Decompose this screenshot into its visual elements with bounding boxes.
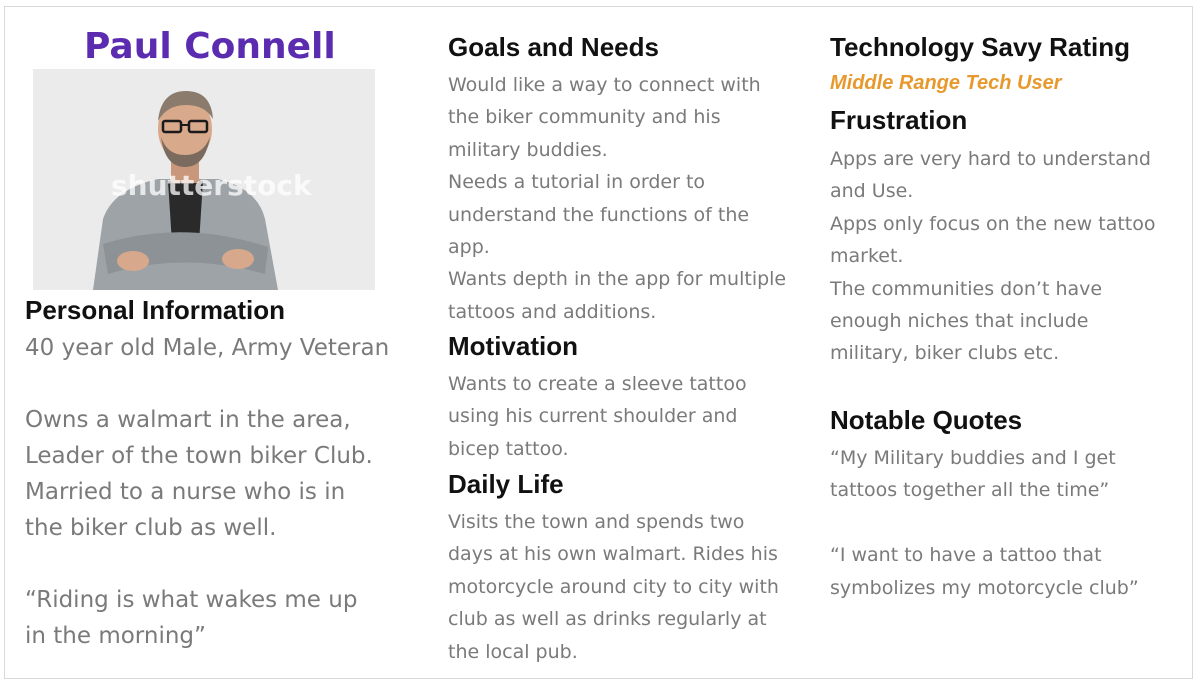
persona-photo: shutterstock [33,69,375,290]
frustration-line: market. [830,245,904,268]
quote-line: tattoos together all the time” [830,479,1110,502]
personal-info-line [25,546,389,582]
persona-portrait-illustration: shutterstock [33,69,375,290]
motivation-line: using his current shoulder and [448,405,738,428]
frustration-line: military, biker clubs etc. [830,342,1060,365]
personal-info-line: the biker club as well. [25,515,277,541]
motivation-body: Wants to create a sleeve tattoo using hi… [448,368,747,465]
quote-line [830,507,1139,539]
goals-line: Wants depth in the app for multiple [448,268,787,291]
persona-name: Paul Connell [84,26,336,67]
quote-line: “My Military buddies and I get [830,447,1116,469]
goals-line: understand the functions of the [448,203,750,226]
goals-line: Would like a way to connect with [448,74,761,96]
daily-life-line: Visits the town and spends two [448,511,745,533]
frustration-line: and Use. [830,180,914,203]
motivation-line: bicep tattoo. [448,437,569,460]
personal-info-line: Owns a walmart in the area, [25,407,351,433]
goals-line: Needs a tutorial in order to [448,171,706,194]
watermark-text: shutterstock [111,169,313,202]
personal-info-line: 40 year old Male, Army Veteran [25,335,390,361]
goals-and-needs-body: Would like a way to connect with the bik… [448,69,786,328]
daily-life-line: the local pub. [448,640,578,663]
personal-info-line: Leader of the town biker Club. [25,443,373,469]
quote-line: symbolizes my motorcycle club” [830,576,1139,599]
frustration-line: Apps only focus on the new tattoo [830,212,1156,235]
motivation-line: Wants to create a sleeve tattoo [448,373,747,395]
daily-life-line: club as well as drinks regularly at [448,608,767,631]
persona-slide: Paul Connell shutterstock Personal Infor… [4,6,1193,679]
frustration-line: enough niches that include [830,310,1089,333]
frustration-line: The communities don’t have [830,277,1103,300]
frustration-heading: Frustration [830,105,968,135]
notable-quotes-body: “My Military buddies and I get tattoos t… [830,442,1139,604]
personal-info-line: in the morning” [25,623,206,649]
goals-line: app. [448,236,490,259]
personal-info-line [25,366,389,402]
goals-and-needs-heading: Goals and Needs [448,32,659,62]
motivation-heading: Motivation [448,331,578,361]
technology-rating: Middle Range Tech User [830,72,1062,94]
technology-heading: Technology Savy Rating [830,32,1131,62]
goals-line: the biker community and his [448,106,721,129]
goals-line: tattoos and additions. [448,300,657,323]
frustration-line: Apps are very hard to understand [830,148,1151,170]
quote-line: “I want to have a tattoo that [830,544,1102,567]
notable-quotes-heading: Notable Quotes [830,405,1023,435]
daily-life-body: Visits the town and spends two days at h… [448,506,779,668]
daily-life-heading: Daily Life [448,469,564,499]
daily-life-line: motorcycle around city to city with [448,575,779,598]
frustration-body: Apps are very hard to understand and Use… [830,143,1156,370]
personal-info-line: Married to a nurse who is in [25,479,346,505]
goals-line: military buddies. [448,138,608,161]
personal-info-line: “Riding is what wakes me up [25,587,358,613]
daily-life-line: days at his own walmart. Rides his [448,543,778,566]
personal-information-heading: Personal Information [25,295,286,325]
personal-information-body: 40 year old Male, Army Veteran Owns a wa… [25,330,389,654]
